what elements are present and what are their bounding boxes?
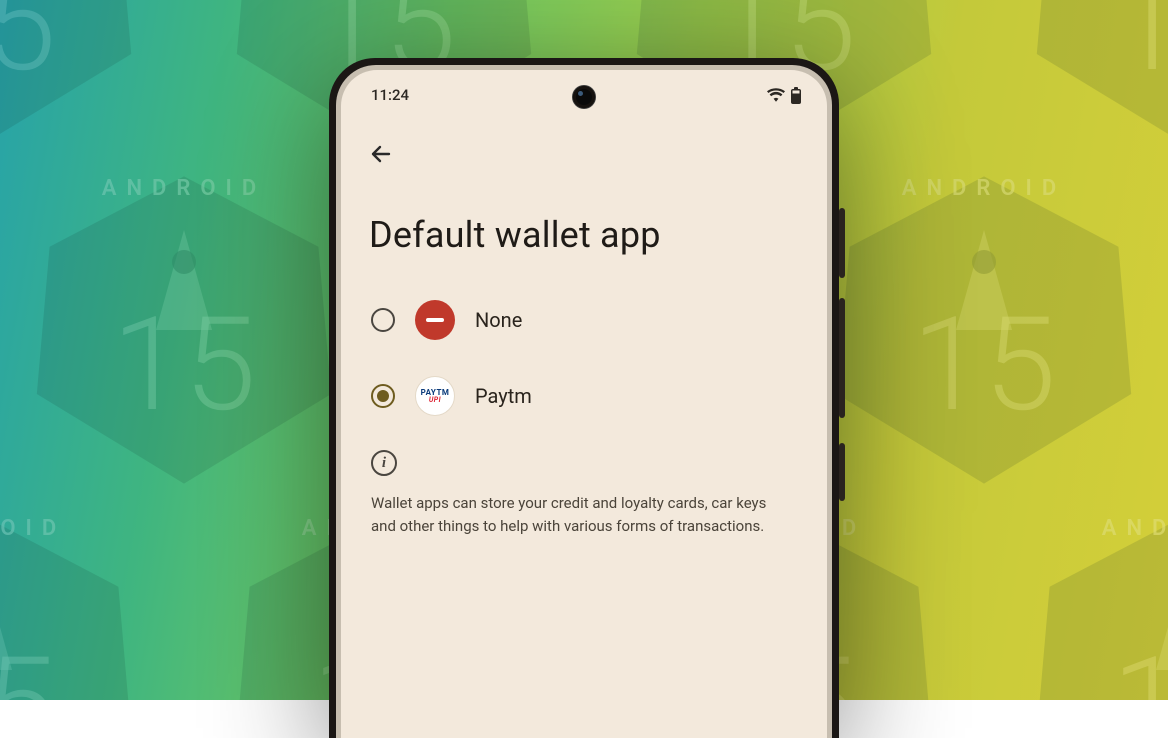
- wifi-icon: [767, 88, 785, 102]
- radio-button[interactable]: [371, 384, 395, 408]
- wallet-option-none[interactable]: None: [363, 282, 805, 358]
- wallet-options-list: None PAYTMUPI Paytm: [341, 282, 827, 434]
- info-text: Wallet apps can store your credit and lo…: [371, 492, 791, 537]
- phone-screen: 11:24: [341, 70, 827, 738]
- wallet-option-paytm[interactable]: PAYTMUPI Paytm: [363, 358, 805, 434]
- back-button[interactable]: [361, 134, 401, 174]
- android-badge: ANDROID 15: [1024, 0, 1168, 150]
- page-title: Default wallet app: [341, 174, 827, 282]
- android-badge: ANDROID 15: [1024, 510, 1168, 700]
- android-badge: ANDROID 15: [0, 0, 144, 150]
- radio-button[interactable]: [371, 308, 395, 332]
- battery-icon: [791, 87, 801, 104]
- android-badge: ANDROID 15: [824, 170, 1144, 490]
- paytm-icon: PAYTMUPI: [415, 376, 455, 416]
- arrow-left-icon: [369, 142, 393, 166]
- android-badge: ANDROID 15: [0, 510, 144, 700]
- none-icon: [415, 300, 455, 340]
- option-label: None: [475, 308, 522, 332]
- phone-side-button: [839, 298, 845, 418]
- phone-side-button: [839, 443, 845, 501]
- info-icon: i: [371, 450, 397, 476]
- android-badge: ANDROID 15: [24, 170, 344, 490]
- phone-side-button: [839, 208, 845, 278]
- status-time: 11:24: [371, 86, 409, 104]
- phone-frame: 11:24: [329, 58, 839, 738]
- camera-hole: [573, 86, 595, 108]
- option-label: Paytm: [475, 384, 532, 408]
